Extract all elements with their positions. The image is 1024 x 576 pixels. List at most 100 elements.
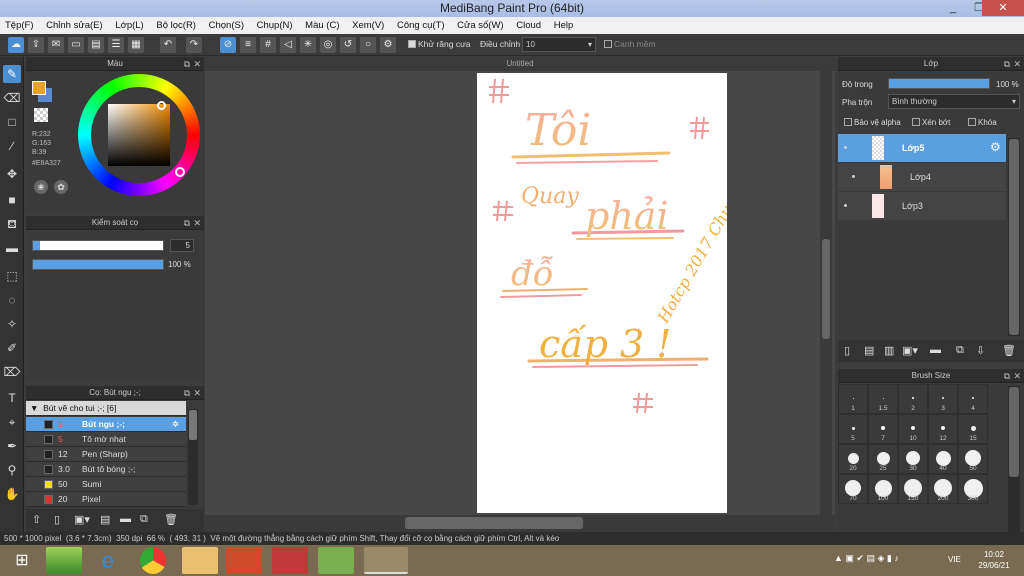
- eyedropper-tool-icon[interactable]: ⚲: [3, 461, 21, 479]
- canvas-area[interactable]: Tôi Quay phải đỗ Hotcp 2017 Chuyện cấp 3…: [205, 71, 835, 515]
- dropper-tool-icon[interactable]: ✒: [3, 437, 21, 455]
- menu-cloud[interactable]: Cloud: [511, 17, 546, 34]
- menu-window[interactable]: Cửa sổ(W): [452, 17, 508, 34]
- ellipse-snap-icon[interactable]: ○: [360, 37, 376, 53]
- blend-dropdown[interactable]: Bình thường ▾: [888, 94, 1020, 109]
- lasso-tool-icon[interactable]: ◌: [3, 291, 21, 309]
- close-icon[interactable]: ✕: [193, 57, 201, 71]
- canvas-vscrollbar[interactable]: [820, 71, 832, 515]
- brush-list-scrollbar[interactable]: [188, 409, 198, 505]
- close-button[interactable]: ✕: [982, 0, 1024, 16]
- snap-toggle[interactable]: Canh mềm: [604, 39, 656, 49]
- canvas-hscrollbar[interactable]: [205, 515, 835, 532]
- bucket-tool-icon[interactable]: ⛾: [3, 215, 21, 233]
- circle-snap-icon[interactable]: ◎: [320, 37, 336, 53]
- line-tool-icon[interactable]: ∕: [3, 137, 21, 155]
- canvas-tab[interactable]: Untitled: [205, 57, 835, 71]
- close-icon[interactable]: ✕: [1013, 57, 1021, 71]
- brush-size-cell[interactable]: 100: [868, 474, 898, 504]
- settings-icon[interactable]: ⚙: [380, 37, 396, 53]
- clip-checkbox[interactable]: Xén bớt: [912, 118, 950, 127]
- menu-file[interactable]: Tệp(F): [0, 17, 39, 34]
- parallel-snap-icon[interactable]: ≡: [240, 37, 256, 53]
- clock[interactable]: 10:02 29/06/21: [972, 549, 1016, 571]
- scrollbar-thumb[interactable]: [1009, 387, 1019, 477]
- new-8bit-layer-icon[interactable]: ▥: [884, 344, 894, 357]
- brush-list-item[interactable]: 5 Bút ngu ;-; ✲: [26, 417, 186, 432]
- protect-alpha-checkbox[interactable]: Bảo vệ alpha: [844, 118, 901, 127]
- close-icon[interactable]: ✕: [1013, 369, 1021, 383]
- brush-size-cell[interactable]: 50: [958, 444, 988, 474]
- chrome-icon[interactable]: [140, 547, 166, 574]
- brush-size-cell[interactable]: 25: [868, 444, 898, 474]
- eye-icon[interactable]: [844, 146, 847, 149]
- scrollbar-thumb[interactable]: [189, 410, 197, 440]
- layer-row[interactable]: Lớp5 ⚙: [838, 134, 1006, 162]
- chat-icon[interactable]: ▭: [68, 37, 84, 53]
- brush-size-cell[interactable]: 40: [928, 444, 958, 474]
- select-eraser-tool-icon[interactable]: ⌦: [3, 363, 21, 381]
- brush-size-cell[interactable]: 4: [958, 384, 988, 414]
- brush-size-cell[interactable]: 1.5: [868, 384, 898, 414]
- eye-icon[interactable]: [852, 175, 855, 178]
- app-icon[interactable]: [272, 547, 308, 574]
- comment-icon[interactable]: ✉: [48, 37, 64, 53]
- brush-size-cell[interactable]: 10: [898, 414, 928, 444]
- brush-size-cell[interactable]: 2: [898, 384, 928, 414]
- minimize-button[interactable]: _: [940, 0, 966, 16]
- delete-layer-icon[interactable]: 🗑: [1002, 344, 1016, 357]
- vscroll-thumb[interactable]: [822, 239, 830, 339]
- hue-wheel[interactable]: [78, 74, 200, 196]
- menu-snap[interactable]: Chụp(N): [252, 17, 298, 34]
- fill-rect-tool-icon[interactable]: ■: [3, 191, 21, 209]
- new-halftone-layer-icon[interactable]: ▤: [864, 344, 874, 357]
- brush-tool-icon[interactable]: ✎: [3, 65, 21, 83]
- gradient-tool-icon[interactable]: ▬: [3, 239, 21, 257]
- popout-icon[interactable]: ⧉: [184, 386, 190, 400]
- size-slider[interactable]: [32, 240, 164, 251]
- menu-edit[interactable]: Chỉnh sửa(E): [41, 17, 108, 34]
- brush-size-cell[interactable]: 200: [928, 474, 958, 504]
- language-indicator[interactable]: VIE: [948, 555, 961, 564]
- menu-color[interactable]: Màu (C): [300, 17, 344, 34]
- brush-size-cell[interactable]: 300: [958, 474, 988, 504]
- select-rect-tool-icon[interactable]: ⬚: [3, 267, 21, 285]
- brush-size-scrollbar[interactable]: [1008, 386, 1020, 532]
- hscroll-thumb[interactable]: [405, 517, 583, 529]
- size-value-field[interactable]: 5: [170, 239, 194, 252]
- saturation-value-square[interactable]: [108, 104, 170, 166]
- brush-size-cell[interactable]: 30: [898, 444, 928, 474]
- popout-icon[interactable]: ⧉: [184, 216, 190, 230]
- hand-tool-icon[interactable]: ✋: [3, 485, 21, 503]
- brush-group-row[interactable]: ▼ Bút vẽ cho tui ;-; [6]: [26, 401, 186, 416]
- menu-filter[interactable]: Bộ lọc(R): [151, 17, 201, 34]
- operation-tool-icon[interactable]: ⌖: [3, 413, 21, 431]
- windows-start-icon[interactable]: ⊞: [4, 547, 40, 574]
- brush-list-item[interactable]: 20 Pixel: [26, 492, 186, 507]
- undo-icon[interactable]: ↶: [160, 37, 176, 53]
- menu-tools[interactable]: Công cụ(T): [392, 17, 450, 34]
- brush-menu-icon[interactable]: ▣▾: [74, 513, 90, 526]
- brush-size-cell[interactable]: 15: [958, 414, 988, 444]
- curve-snap-icon[interactable]: ↺: [340, 37, 356, 53]
- folder-icon[interactable]: ▬: [120, 513, 131, 525]
- move-tool-icon[interactable]: ✥: [3, 165, 21, 183]
- radial-snap-icon[interactable]: ✳: [300, 37, 316, 53]
- layer-row[interactable]: Lớp3: [838, 192, 1006, 220]
- copy-icon[interactable]: ⧉: [140, 513, 148, 526]
- duplicate-layer-icon[interactable]: ⧉: [956, 344, 964, 357]
- layer-scrollbar[interactable]: [1008, 138, 1020, 336]
- foreground-color-swatch[interactable]: [32, 81, 46, 95]
- brush-size-cell[interactable]: 1: [838, 384, 868, 414]
- medibang-app-icon[interactable]: [364, 547, 408, 574]
- cloud-icon[interactable]: ☁: [8, 37, 24, 53]
- app-icon[interactable]: [318, 547, 354, 574]
- palette-add-icon[interactable]: ✿: [54, 180, 68, 194]
- menu-help[interactable]: Help: [549, 17, 579, 34]
- file-explorer-icon[interactable]: [182, 547, 218, 574]
- tray-icons[interactable]: ▲ ▣ ✔ ▤ ◈ ▮ ♪: [834, 553, 944, 567]
- perspective-snap-icon[interactable]: ◁: [280, 37, 296, 53]
- popout-icon[interactable]: ⧉: [1004, 57, 1010, 71]
- sv-cursor[interactable]: [157, 101, 166, 110]
- brush-list-item[interactable]: 3.0 Bút tô bóng ;-;: [26, 462, 186, 477]
